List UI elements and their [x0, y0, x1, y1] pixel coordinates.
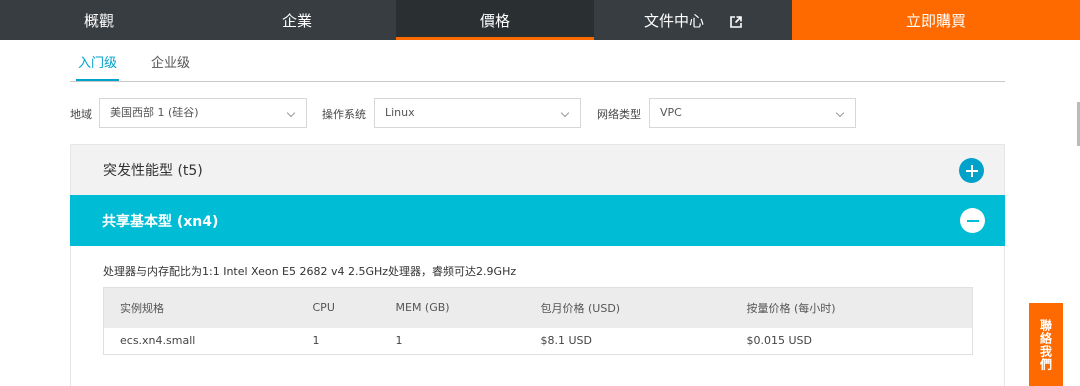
os-label: 操作系统 [322, 108, 366, 121]
minus-circle-icon[interactable] [960, 208, 985, 233]
panel-xn4-header[interactable]: 共享基本型 (xn4) [70, 195, 1005, 246]
top-navigation: 概觀 企業 價格 文件中心 立即購買 [0, 0, 1080, 40]
network-label: 网络类型 [597, 108, 641, 121]
panel-xn4: 共享基本型 (xn4) 处理器与内存配比为1:1 Intel Xeon E5 2… [70, 195, 1005, 386]
col-monthly-price: 包月价格 (USD) [540, 287, 747, 328]
panel-t5-header[interactable]: 突发性能型 (t5) [70, 144, 1005, 195]
instance-description: 处理器与内存配比为1:1 Intel Xeon E5 2682 v4 2.5GH… [103, 265, 517, 278]
cell-instance-type: ecs.xn4.small [103, 327, 313, 355]
external-link-icon [730, 14, 742, 28]
contact-us-button[interactable]: 聯絡我們 [1029, 303, 1063, 386]
panel-t5: 突发性能型 (t5) [70, 144, 1005, 195]
os-select[interactable]: Linux [374, 98, 581, 128]
network-select[interactable]: VPC [649, 98, 856, 128]
plus-circle-icon[interactable] [959, 158, 984, 183]
chevron-down-icon [560, 108, 570, 118]
nav-pricing[interactable]: 價格 [396, 0, 594, 40]
cell-mem: 1 [395, 327, 541, 355]
tab-enterprise-level[interactable]: 企业级 [151, 52, 190, 71]
col-mem: MEM (GB) [395, 287, 541, 328]
os-select-value: Linux [385, 106, 415, 119]
panel-xn4-body: 处理器与内存配比为1:1 Intel Xeon E5 2682 v4 2.5GH… [70, 246, 1005, 386]
col-hourly-price: 按量价格 (每小时) [746, 287, 973, 328]
chevron-down-icon [835, 108, 845, 118]
panel-xn4-title: 共享基本型 (xn4) [102, 213, 219, 230]
region-select-value: 美国西部 1 (硅谷) [110, 106, 199, 119]
panel-t5-title: 突发性能型 (t5) [103, 163, 203, 179]
cell-hourly-price: $0.015 USD [746, 327, 973, 355]
chevron-down-icon [286, 108, 296, 118]
col-cpu: CPU [312, 287, 396, 328]
spec-table: 实例规格 CPU MEM (GB) 包月价格 (USD) 按量价格 (每小时) … [103, 287, 973, 355]
tab-entry-level[interactable]: 入门级 [75, 52, 120, 81]
nav-docs[interactable]: 文件中心 [594, 0, 792, 40]
cell-monthly-price: $8.1 USD [540, 327, 747, 355]
buy-now-button[interactable]: 立即購買 [792, 0, 1080, 40]
nav-docs-label: 文件中心 [643, 11, 704, 30]
nav-enterprise[interactable]: 企業 [198, 0, 396, 40]
region-select[interactable]: 美国西部 1 (硅谷) [99, 98, 307, 128]
nav-overview[interactable]: 概觀 [0, 0, 198, 40]
region-label: 地域 [70, 108, 92, 121]
table-row: ecs.xn4.small 1 1 $8.1 USD $0.015 USD [103, 327, 973, 355]
table-header-row: 实例规格 CPU MEM (GB) 包月价格 (USD) 按量价格 (每小时) [103, 287, 973, 328]
col-instance-type: 实例规格 [103, 287, 313, 328]
filter-bar: 地域 美国西部 1 (硅谷) 操作系统 Linux 网络类型 VPC [0, 98, 1080, 128]
instance-tabs: 入门级 企业级 [70, 40, 1005, 82]
cell-cpu: 1 [312, 327, 396, 355]
network-select-value: VPC [660, 106, 682, 119]
